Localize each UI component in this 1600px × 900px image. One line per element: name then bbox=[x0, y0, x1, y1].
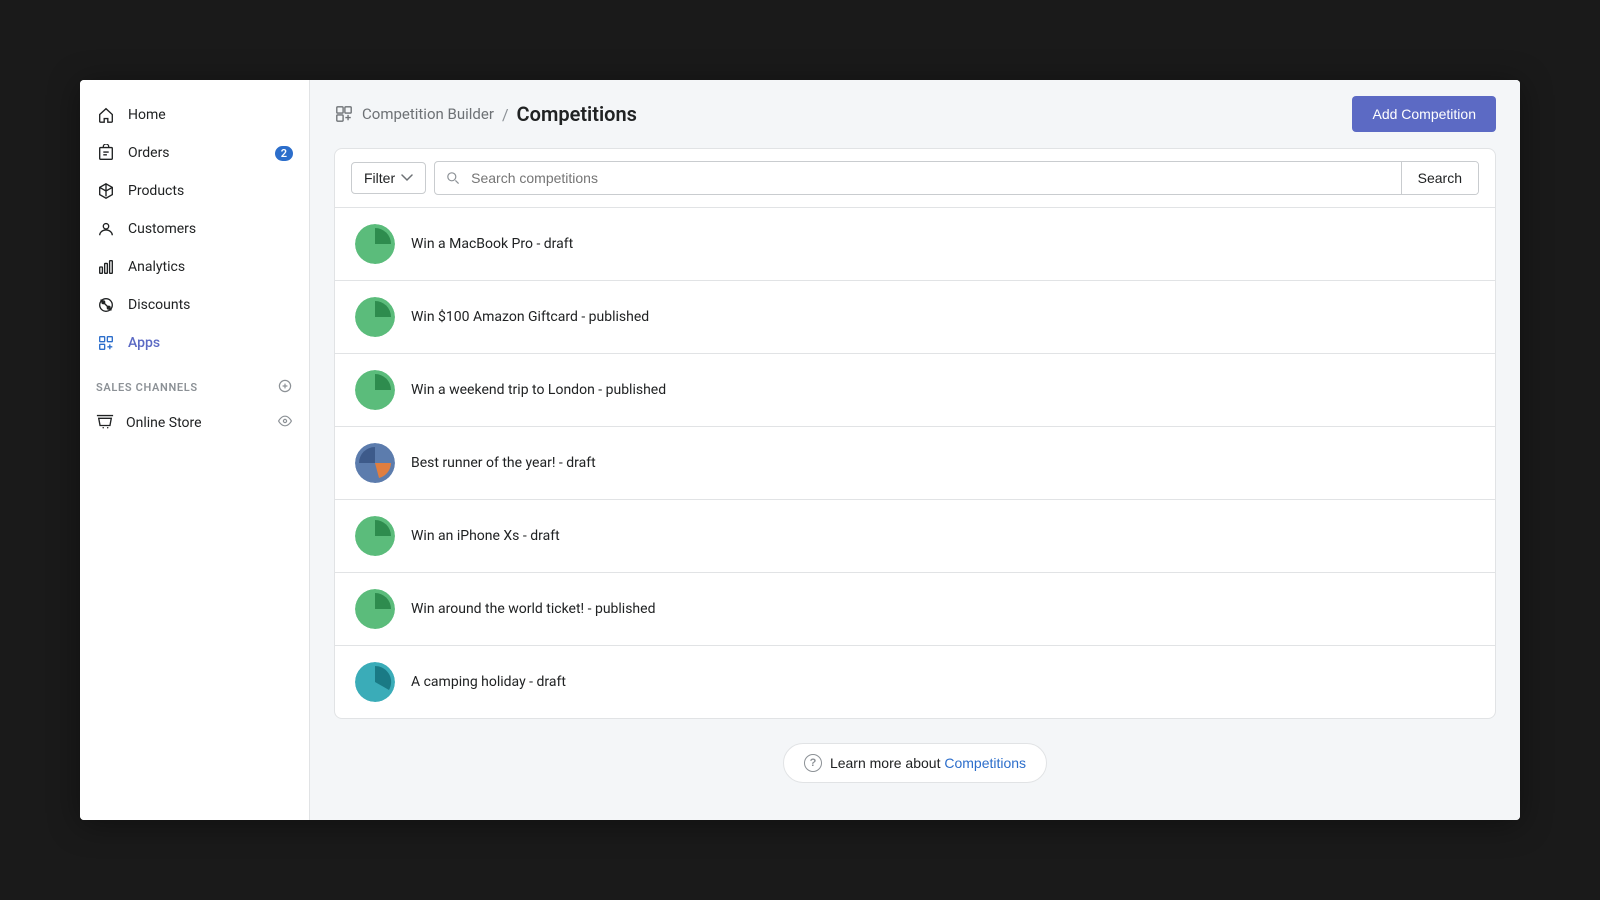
search-icon bbox=[435, 170, 471, 186]
products-icon bbox=[96, 181, 116, 201]
competition-item[interactable]: Win a weekend trip to London - published bbox=[335, 354, 1495, 427]
help-icon: ? bbox=[804, 754, 822, 772]
online-store-eye-icon[interactable] bbox=[277, 413, 293, 433]
search-input-wrap: Search bbox=[434, 161, 1479, 195]
breadcrumb-current: Competitions bbox=[517, 102, 637, 126]
competition-name: Win a MacBook Pro - draft bbox=[411, 236, 573, 252]
footer: ? Learn more about Competitions bbox=[334, 719, 1496, 791]
competition-avatar bbox=[355, 443, 395, 483]
breadcrumb-root[interactable]: Competition Builder bbox=[362, 105, 494, 123]
learn-more-button[interactable]: ? Learn more about Competitions bbox=[783, 743, 1047, 783]
sidebar: Home Orders 2 Products Customers bbox=[80, 80, 310, 820]
filter-button[interactable]: Filter bbox=[351, 162, 426, 194]
sidebar-item-orders[interactable]: Orders 2 bbox=[80, 134, 309, 172]
competition-name: Win a weekend trip to London - published bbox=[411, 382, 666, 398]
competition-item[interactable]: Win around the world ticket! - published bbox=[335, 573, 1495, 646]
chevron-down-icon bbox=[401, 172, 413, 184]
apps-icon bbox=[96, 333, 116, 353]
sidebar-item-discounts[interactable]: Discounts bbox=[80, 286, 309, 324]
content-area: Filter Search Win a MacBook Pro - draftW… bbox=[310, 148, 1520, 820]
sidebar-item-apps[interactable]: Apps bbox=[80, 324, 309, 362]
competition-item[interactable]: Win a MacBook Pro - draft bbox=[335, 208, 1495, 281]
competition-avatar bbox=[355, 516, 395, 556]
competition-avatar bbox=[355, 297, 395, 337]
orders-badge: 2 bbox=[275, 146, 293, 161]
competition-name: Best runner of the year! - draft bbox=[411, 455, 596, 471]
breadcrumb-separator: / bbox=[502, 105, 509, 124]
online-store-icon bbox=[96, 412, 114, 434]
sidebar-item-products[interactable]: Products bbox=[80, 172, 309, 210]
competition-avatar bbox=[355, 662, 395, 702]
sidebar-item-customers[interactable]: Customers bbox=[80, 210, 309, 248]
sidebar-nav: Home Orders 2 Products Customers bbox=[80, 96, 309, 362]
search-submit-button[interactable]: Search bbox=[1401, 162, 1478, 194]
competition-list: Win a MacBook Pro - draft Win $100 Amazon… bbox=[335, 208, 1495, 718]
home-icon bbox=[96, 105, 116, 125]
learn-more-text: Learn more about Competitions bbox=[830, 755, 1026, 771]
competition-avatar bbox=[355, 589, 395, 629]
topbar: Competition Builder / Competitions Add C… bbox=[310, 80, 1520, 148]
competition-item[interactable]: Best runner of the year! - draft bbox=[335, 427, 1495, 500]
add-sales-channel-icon[interactable] bbox=[277, 378, 293, 397]
competition-name: A camping holiday - draft bbox=[411, 674, 566, 690]
competition-item[interactable]: Win an iPhone Xs - draft bbox=[335, 500, 1495, 573]
competition-name: Win an iPhone Xs - draft bbox=[411, 528, 560, 544]
add-competition-button[interactable]: Add Competition bbox=[1352, 96, 1496, 132]
sales-channels-section: SALES CHANNELS bbox=[80, 362, 309, 403]
customers-icon bbox=[96, 219, 116, 239]
sidebar-item-analytics[interactable]: Analytics bbox=[80, 248, 309, 286]
sidebar-item-online-store[interactable]: Online Store bbox=[80, 403, 309, 443]
orders-icon bbox=[96, 143, 116, 163]
analytics-icon bbox=[96, 257, 116, 277]
competition-name: Win around the world ticket! - published bbox=[411, 601, 655, 617]
competitions-card: Filter Search Win a MacBook Pro - draftW… bbox=[334, 148, 1496, 719]
competition-avatar bbox=[355, 370, 395, 410]
competition-item[interactable]: A camping holiday - draft bbox=[335, 646, 1495, 718]
discounts-icon bbox=[96, 295, 116, 315]
search-input[interactable] bbox=[471, 162, 1401, 194]
competition-name: Win $100 Amazon Giftcard - published bbox=[411, 309, 649, 325]
competition-item[interactable]: Win $100 Amazon Giftcard - published bbox=[335, 281, 1495, 354]
main-content: Competition Builder / Competitions Add C… bbox=[310, 80, 1520, 820]
competition-avatar bbox=[355, 224, 395, 264]
sidebar-item-home[interactable]: Home bbox=[80, 96, 309, 134]
breadcrumb: Competition Builder / Competitions bbox=[334, 102, 637, 126]
competition-builder-icon bbox=[334, 104, 354, 124]
search-bar: Filter Search bbox=[335, 149, 1495, 208]
